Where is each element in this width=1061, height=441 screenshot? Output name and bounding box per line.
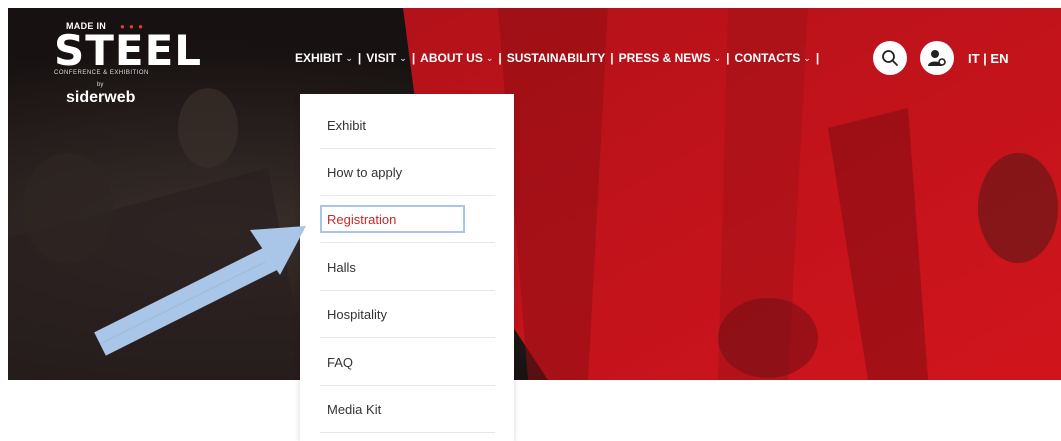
annotation-arrow-icon (94, 226, 306, 356)
